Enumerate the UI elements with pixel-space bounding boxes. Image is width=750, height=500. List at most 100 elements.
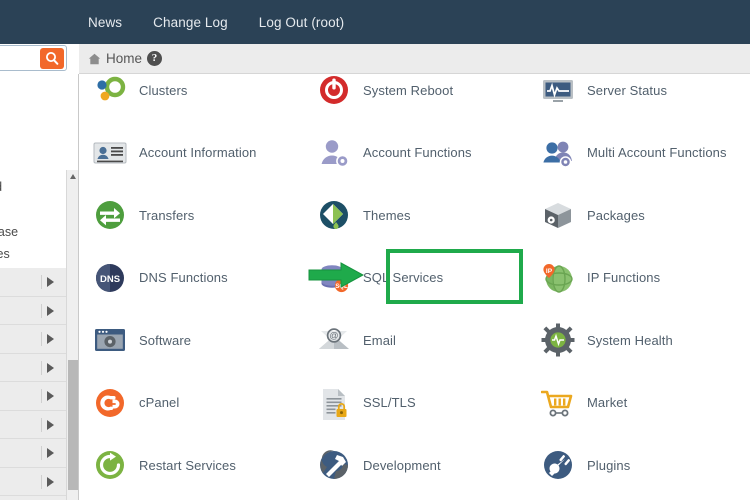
chevron-right-icon[interactable] — [47, 448, 54, 458]
svg-text:@: @ — [329, 331, 338, 341]
tile-label: SQL Services — [363, 270, 444, 286]
database-sql-icon: SQL — [317, 261, 351, 295]
dns-icon: DNS — [93, 261, 127, 295]
whm-home-screen: News Change Log Log Out (root) ard abase… — [0, 0, 750, 500]
monitor-pulse-icon — [541, 73, 575, 107]
tile-sql-services[interactable]: SQL SQL Services — [303, 247, 527, 310]
transfer-arrows-icon — [93, 198, 127, 232]
sidebar-expandable-row[interactable] — [0, 439, 66, 468]
tile-account-functions[interactable]: Account Functions — [303, 122, 527, 185]
tile-label: Restart Services — [139, 457, 236, 473]
tile-plugins[interactable]: Plugins — [527, 434, 750, 497]
sidebar-expandable-row[interactable] — [0, 467, 66, 496]
row-divider — [41, 474, 42, 489]
top-navigation-bar: News Change Log Log Out (root) — [0, 0, 750, 44]
tile-software[interactable]: Software — [79, 309, 303, 372]
tile-email[interactable]: @ Email — [303, 309, 527, 372]
search-button[interactable] — [40, 48, 64, 69]
row-divider — [41, 389, 42, 403]
sidebar-expandable-row[interactable] — [0, 496, 66, 500]
paint-bucket-icon — [317, 198, 351, 232]
tile-label: Software — [139, 332, 192, 348]
sidebar-expandable-row[interactable] — [0, 410, 66, 439]
search-icon — [46, 52, 59, 65]
tile-label: Server Status — [587, 82, 668, 98]
tile-label: Themes — [363, 207, 411, 223]
shopping-cart-icon — [541, 386, 575, 420]
envelope-at-icon: @ — [317, 323, 351, 357]
main-content: Clusters System Reboot Server Status Acc… — [79, 75, 750, 500]
tile-restart-services[interactable]: Restart Services — [79, 434, 303, 497]
cpanel-logo-icon — [93, 386, 127, 420]
svg-text:DNS: DNS — [100, 274, 120, 285]
sidebar-expandable-row[interactable] — [0, 325, 66, 354]
window-gear-icon — [93, 323, 127, 357]
tile-label: Plugins — [587, 457, 631, 473]
row-divider — [41, 417, 42, 432]
sidebar-scrollbar[interactable] — [66, 170, 78, 500]
scrollbar-thumb[interactable] — [68, 360, 78, 490]
svg-text:SQL: SQL — [335, 284, 348, 290]
tile-label: Multi Account Functions — [587, 145, 727, 161]
tile-system-reboot[interactable]: System Reboot — [303, 59, 527, 122]
tile-ssl-tls[interactable]: SSL/TLS — [303, 372, 527, 435]
nav-news[interactable]: News — [88, 15, 122, 30]
row-divider — [41, 332, 42, 346]
tile-system-health[interactable]: System Health — [527, 309, 750, 372]
tile-dns-functions[interactable]: DNS DNS Functions — [79, 247, 303, 310]
feature-tile-grid: Clusters System Reboot Server Status Acc… — [79, 59, 750, 497]
sidebar-expandable-row[interactable] — [0, 268, 66, 297]
tile-label: Account Information — [139, 145, 257, 161]
tile-label: Account Functions — [363, 145, 472, 161]
hammer-globe-icon — [317, 448, 351, 482]
row-divider — [41, 446, 42, 460]
sidebar: ard abase sses cPanel, Inc. — [0, 74, 79, 500]
chevron-right-icon[interactable] — [47, 334, 54, 344]
sidebar-expandable-row[interactable] — [0, 296, 66, 325]
chevron-right-icon[interactable] — [47, 305, 54, 316]
chevron-right-icon[interactable] — [47, 277, 54, 287]
tile-label: Market — [587, 395, 628, 411]
nav-log-out[interactable]: Log Out (root) — [259, 15, 344, 30]
sidebar-search-box[interactable] — [0, 45, 67, 71]
tile-label: Email — [363, 332, 397, 348]
tile-development[interactable]: Development — [303, 434, 527, 497]
tile-ip-functions[interactable]: IP IP Functions — [527, 247, 750, 310]
tile-server-status[interactable]: Server Status — [527, 59, 750, 122]
sidebar-expandable-row[interactable] — [0, 382, 66, 411]
row-divider — [41, 360, 42, 375]
sidebar-item-fragment-1[interactable]: ard — [0, 180, 2, 194]
plug-circle-icon — [541, 448, 575, 482]
sidebar-top-links: ard abase sses — [0, 170, 66, 268]
clusters-icon — [93, 73, 127, 107]
tile-clusters[interactable]: Clusters — [79, 59, 303, 122]
tile-packages[interactable]: Packages — [527, 184, 750, 247]
nav-change-log[interactable]: Change Log — [153, 15, 228, 30]
tile-label: Packages — [587, 207, 645, 223]
tile-themes[interactable]: Themes — [303, 184, 527, 247]
scroll-up-arrow-icon[interactable] — [68, 170, 78, 184]
svg-text:IP: IP — [546, 268, 553, 275]
package-box-icon — [541, 198, 575, 232]
tile-label: SSL/TLS — [363, 395, 416, 411]
tile-multi-account-functions[interactable]: Multi Account Functions — [527, 122, 750, 185]
sidebar-expandable-row[interactable] — [0, 353, 66, 382]
tile-market[interactable]: Market — [527, 372, 750, 435]
tile-label: DNS Functions — [139, 270, 228, 286]
sidebar-item-fragment-3[interactable]: sses — [0, 247, 10, 261]
tile-label: Transfers — [139, 207, 195, 223]
tile-account-information[interactable]: Account Information — [79, 122, 303, 185]
power-icon — [317, 73, 351, 107]
tile-label: cPanel — [139, 395, 180, 411]
tile-label: Clusters — [139, 82, 188, 98]
tile-label: System Reboot — [363, 82, 454, 98]
chevron-right-icon[interactable] — [47, 476, 54, 487]
tile-transfers[interactable]: Transfers — [79, 184, 303, 247]
users-gear-icon — [541, 136, 575, 170]
tile-cpanel[interactable]: cPanel — [79, 372, 303, 435]
chevron-right-icon[interactable] — [47, 391, 54, 401]
sidebar-scroll-area[interactable]: ard abase sses cPanel, Inc. — [0, 170, 66, 500]
chevron-right-icon[interactable] — [47, 362, 54, 373]
chevron-right-icon[interactable] — [47, 419, 54, 430]
sidebar-item-fragment-2[interactable]: abase — [0, 225, 18, 239]
